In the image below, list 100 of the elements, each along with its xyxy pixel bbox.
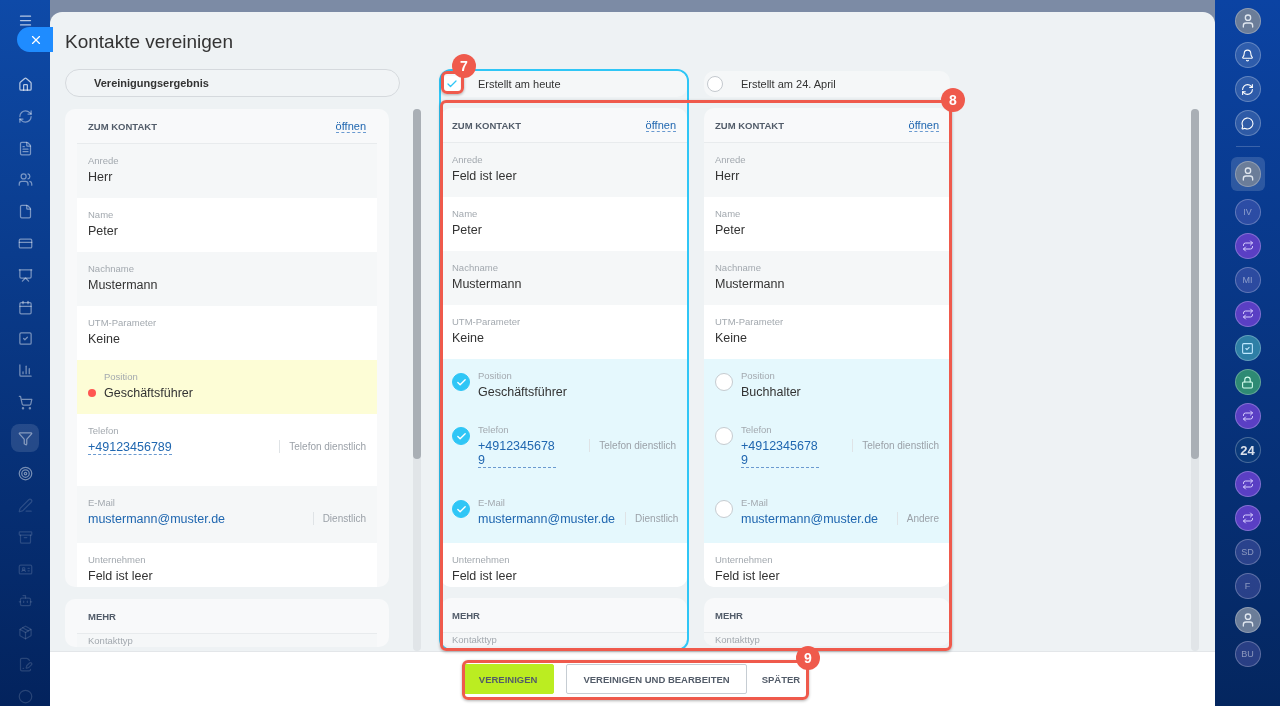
field-label: Position — [104, 371, 139, 382]
open-link[interactable]: öffnen — [335, 119, 366, 133]
field-value: Mustermann — [88, 278, 159, 292]
checkmark-icon — [455, 376, 467, 388]
phone-link[interactable]: +49123456789 — [741, 439, 819, 468]
field-label: E-Mail — [478, 497, 506, 508]
field-value: Feld ist leer — [715, 569, 781, 583]
contact-type: Andere — [896, 512, 939, 525]
contact-avatar[interactable]: MI — [1234, 267, 1261, 293]
field-value: Feld ist leer — [452, 569, 518, 583]
contact-type: Telefon dienstlich — [589, 439, 676, 452]
email-link[interactable]: mustermann@muster.de — [88, 512, 226, 526]
contact-avatar[interactable]: SD — [1234, 539, 1261, 565]
result-header: Vereinigungsergebnis — [65, 69, 400, 97]
phone-link[interactable]: +49123456789 — [478, 439, 556, 468]
field-value: Mustermann — [715, 277, 786, 291]
field-label: Unternehmen — [452, 554, 511, 565]
field-value: Buchhalter — [741, 385, 802, 399]
field-value: Peter — [88, 224, 119, 238]
source-header[interactable]: Erstellt am heute — [441, 71, 687, 97]
field-label: UTM-Parameter — [452, 316, 522, 327]
field-label: Nachname — [452, 262, 499, 273]
section-title: ZUM KONTAKT — [452, 119, 521, 131]
field-label: E-Mail — [88, 497, 116, 508]
field-label: Kontakttyp — [452, 634, 498, 645]
field-label: Anrede — [452, 154, 484, 165]
field-label: Name — [88, 209, 115, 220]
field-value: Feld ist leer — [88, 569, 154, 583]
close-button[interactable] — [17, 27, 53, 52]
field-label: Name — [452, 208, 479, 219]
field-label: Telefon — [478, 424, 510, 435]
app-avatar[interactable]: 24 — [1234, 437, 1261, 463]
open-link[interactable]: öffnen — [645, 118, 676, 132]
conflict-dot — [88, 389, 96, 397]
field-label: Nachname — [715, 262, 762, 273]
section-title: MEHR — [715, 609, 743, 621]
contact-avatar[interactable]: BU — [1234, 641, 1261, 667]
contact-type: Dienstlich — [625, 512, 679, 525]
source-title: Erstellt am 24. April — [741, 78, 836, 90]
field-label: Anrede — [88, 155, 120, 166]
field-value: Herr — [715, 169, 741, 183]
task-icon[interactable] — [1234, 335, 1261, 361]
field-label: Kontakttyp — [88, 635, 134, 646]
contact-type: Dienstlich — [312, 512, 366, 525]
field-choice-checkbox[interactable] — [715, 373, 733, 391]
field-value: Geschäftsführer — [104, 386, 194, 400]
funnel-icon[interactable] — [11, 424, 39, 452]
section-title: MEHR — [452, 609, 480, 621]
checkbox[interactable] — [444, 76, 460, 92]
source-title: Erstellt am heute — [478, 78, 561, 90]
email-link[interactable]: mustermann@muster.de — [741, 512, 879, 526]
field-value: Feld ist leer — [452, 169, 518, 183]
field-label: Nachname — [88, 263, 135, 274]
chat-icon[interactable] — [1234, 110, 1261, 136]
field-label: Telefon — [741, 424, 773, 435]
scrollbar-thumb[interactable] — [413, 109, 421, 459]
field-value: Keine — [452, 331, 485, 345]
contact-type: Telefon dienstlich — [279, 440, 366, 453]
window-title: Kontakte vereinigen — [64, 30, 234, 54]
field-value: Mustermann — [452, 277, 523, 291]
phone-link[interactable]: +49123456789 — [88, 440, 172, 455]
field-label: Anrede — [715, 154, 747, 165]
field-choice-checkbox[interactable] — [715, 427, 733, 445]
lock-icon[interactable] — [1234, 369, 1261, 395]
field-value: Peter — [715, 223, 746, 237]
field-value: Keine — [715, 331, 748, 345]
source-header[interactable]: Erstellt am 24. April — [704, 71, 950, 97]
checkmark-icon — [455, 503, 467, 515]
section-title: MEHR — [88, 610, 116, 622]
checkmark-icon — [446, 78, 458, 90]
field-choice-checkbox[interactable] — [452, 427, 470, 445]
field-choice-checkbox[interactable] — [715, 500, 733, 518]
contact-avatar[interactable]: F — [1234, 573, 1261, 599]
scrollbar-thumb[interactable] — [1191, 109, 1199, 459]
contact-avatar[interactable]: IV — [1234, 199, 1261, 225]
open-link[interactable]: öffnen — [908, 118, 939, 132]
field-label: Name — [715, 208, 742, 219]
section-title: ZUM KONTAKT — [88, 120, 157, 132]
bell-icon[interactable] — [1234, 42, 1261, 68]
email-link[interactable]: mustermann@muster.de — [478, 512, 616, 526]
field-value: Keine — [88, 332, 121, 346]
field-label: Position — [478, 370, 513, 381]
merge-edit-button[interactable]: VEREINIGEN UND BEARBEITEN — [566, 664, 747, 694]
avatar-icon[interactable] — [1234, 607, 1261, 633]
field-choice-checkbox[interactable] — [452, 373, 470, 391]
field-choice-checkbox[interactable] — [452, 500, 470, 518]
radio-button[interactable] — [707, 76, 723, 92]
checkmark-icon — [455, 430, 467, 442]
field-label: Position — [741, 370, 776, 381]
field-label: Telefon — [88, 425, 120, 436]
field-label: UTM-Parameter — [88, 317, 158, 328]
avatar-icon[interactable] — [1234, 8, 1261, 34]
field-label: UTM-Parameter — [715, 316, 785, 327]
field-value: Peter — [452, 223, 483, 237]
section-title: ZUM KONTAKT — [715, 119, 784, 131]
field-value: Geschäftsführer — [478, 385, 568, 399]
field-label: Unternehmen — [715, 554, 774, 565]
field-value: Herr — [88, 170, 114, 184]
contact-type: Telefon dienstlich — [852, 439, 939, 452]
field-label: Unternehmen — [88, 554, 147, 565]
